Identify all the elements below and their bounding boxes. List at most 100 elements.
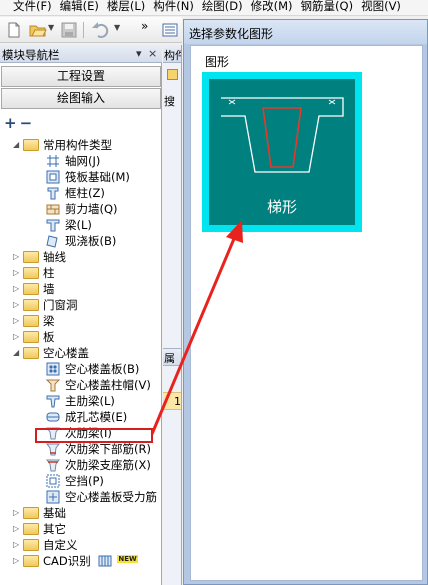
tree-node-hollow-floor[interactable]: ◢ 空心楼盖 [13, 345, 89, 361]
tree-node-label: 门窗洞 [43, 298, 78, 312]
trapezoid-shape-option[interactable]: 梯形 [202, 72, 362, 232]
open-dropdown-arrow-icon[interactable]: ▼ [48, 23, 54, 32]
cad-recognition-icon [98, 554, 112, 568]
folder-icon [23, 555, 39, 567]
dialog-client-area: 图形 梯形 [190, 45, 423, 581]
folder-icon [23, 315, 39, 327]
tree-item-shear-wall[interactable]: 剪力墙(Q) [46, 201, 118, 217]
expand-arrow-icon[interactable]: ▷ [13, 249, 23, 265]
collapse-arrow-icon[interactable]: ◢ [13, 137, 23, 153]
tree-item-label: 框柱(Z) [65, 186, 105, 200]
pin-icon[interactable]: ▾ [136, 47, 142, 60]
expand-arrow-icon[interactable]: ▷ [13, 505, 23, 521]
property-row-number: 1 [174, 395, 181, 408]
folder-icon [23, 251, 39, 263]
tree-item-label: 成孔芯模(E) [65, 410, 128, 424]
drawing-input-button[interactable]: 绘图输入 [1, 88, 161, 109]
nav-panel-titlebar: 模块导航栏 ▾ × [0, 45, 162, 63]
tree-node-custom[interactable]: ▷ 自定义 [13, 537, 78, 553]
tree-node-label: 常用构件类型 [43, 138, 112, 152]
menu-edit[interactable]: 编辑(E) [57, 0, 102, 15]
cast-slab-icon [46, 234, 60, 248]
expand-arrow-icon[interactable]: ▷ [13, 265, 23, 281]
tree-node-label: 自定义 [43, 538, 78, 552]
expand-arrow-icon[interactable]: ▷ [13, 329, 23, 345]
tree-node-beam[interactable]: ▷ 梁 [13, 313, 55, 329]
tree-item-raft-foundation[interactable]: 筏板基础(M) [46, 169, 130, 185]
component-list-title: 构件 [164, 49, 181, 62]
expand-arrow-icon[interactable]: ▷ [13, 521, 23, 537]
expand-arrow-icon[interactable]: ▷ [13, 553, 23, 569]
tree-node-label: 墙 [43, 282, 55, 296]
new-component-icon[interactable] [167, 69, 178, 80]
tree-item-gap[interactable]: 空挡(P) [46, 473, 104, 489]
search-field[interactable]: 搜 [164, 93, 175, 109]
tree-item-core-mold[interactable]: 成孔芯模(E) [46, 409, 127, 425]
tree-node-foundation[interactable]: ▷ 基础 [13, 505, 66, 521]
undo-dropdown-arrow-icon[interactable]: ▼ [114, 23, 120, 32]
tree-node-axis[interactable]: ▷ 轴线 [13, 249, 66, 265]
folder-icon [23, 283, 39, 295]
open-folder-icon[interactable] [29, 21, 47, 39]
expand-arrow-icon[interactable]: ▷ [13, 281, 23, 297]
properties-panel-icon[interactable] [161, 21, 179, 39]
tree-node-slab[interactable]: ▷ 板 [13, 329, 55, 345]
tree-item-main-rib-beam[interactable]: 主肋梁(L) [46, 393, 115, 409]
menu-rebar-quantity[interactable]: 钢筋量(Q) [298, 0, 357, 15]
tree-node-door-window-opening[interactable]: ▷ 门窗洞 [13, 297, 78, 313]
toolbar-more-icon[interactable]: » [141, 19, 148, 33]
menu-draw[interactable]: 绘图(D) [199, 0, 246, 15]
tree-item-column-cap[interactable]: 空心楼盖柱帽(V) [45, 377, 151, 393]
tree-item-beam[interactable]: 梁(L) [46, 217, 92, 233]
tree-node-other[interactable]: ▷ 其它 [13, 521, 66, 537]
properties-title: 属 [164, 352, 175, 365]
menu-view[interactable]: 视图(V) [358, 0, 404, 15]
tree-item-frame-column[interactable]: 框柱(Z) [46, 185, 105, 201]
tree-item-label: 空心楼盖柱帽(V) [65, 378, 151, 392]
folder-icon [23, 507, 39, 519]
tree-node-label: 梁 [43, 314, 55, 328]
collapse-arrow-icon[interactable]: ◢ [13, 345, 23, 361]
new-file-icon[interactable] [5, 21, 23, 39]
expand-arrow-icon[interactable]: ▷ [13, 313, 23, 329]
expand-arrow-icon[interactable]: ▷ [13, 297, 23, 313]
tree-node-label: 空心楼盖 [43, 346, 89, 360]
expand-all-icon[interactable]: + [4, 115, 17, 131]
tree-item-rib-support-rebar[interactable]: 次肋梁支座筋(X) [46, 457, 151, 473]
menu-floor[interactable]: 楼层(L) [104, 0, 148, 15]
new-badge: NEW [117, 555, 138, 563]
frame-column-icon [46, 186, 60, 200]
menu-bar: 文件(F) 编辑(E) 楼层(L) 构件(N) 绘图(D) 修改(M) 钢筋量(Q) 视图(V… [0, 0, 428, 16]
tree-item-label: 次肋梁支座筋(X) [65, 458, 151, 472]
nav-panel-title: 模块导航栏 [2, 48, 60, 62]
save-icon[interactable] [60, 21, 78, 39]
tree-item-label: 主肋梁(L) [65, 394, 115, 408]
close-icon[interactable]: × [148, 47, 157, 60]
menu-component[interactable]: 构件(N) [150, 0, 197, 15]
core-mold-icon [46, 410, 60, 424]
raft-foundation-icon [46, 170, 60, 184]
undo-icon[interactable] [91, 21, 109, 39]
tree-node-column[interactable]: ▷ 柱 [13, 265, 55, 281]
menu-file[interactable]: 文件(F) [10, 0, 55, 15]
secondary-rib-beam-highlight [35, 428, 153, 443]
tree-node-common-components[interactable]: ◢ 常用构件类型 [13, 137, 112, 153]
tree-node-cad-recognition[interactable]: ▷ CAD识别 NEW [13, 553, 138, 569]
collapse-all-icon[interactable]: − [20, 115, 33, 131]
gap-icon [46, 474, 60, 488]
main-rib-beam-icon [46, 394, 60, 408]
toolbar-separator [83, 22, 84, 38]
tree-node-wall[interactable]: ▷ 墙 [13, 281, 55, 297]
tree-item-hollow-slab[interactable]: 空心楼盖板(B) [46, 361, 139, 377]
tree-item-rib-bottom-rebar[interactable]: 次肋梁下部筋(R) [46, 441, 151, 457]
tree-item-label: 轴网(J) [65, 154, 101, 168]
tree-item-cast-slab[interactable]: 现浇板(B) [46, 233, 116, 249]
tree-node-label: 轴线 [43, 250, 66, 264]
tree-tools: + − [4, 115, 35, 131]
tree-item-stress-rebar[interactable]: 空心楼盖板受力筋 [46, 489, 157, 505]
project-settings-button[interactable]: 工程设置 [1, 66, 161, 87]
beam-icon [46, 218, 60, 232]
menu-modify[interactable]: 修改(M) [248, 0, 296, 15]
tree-item-grid[interactable]: 轴网(J) [46, 153, 100, 169]
expand-arrow-icon[interactable]: ▷ [13, 537, 23, 553]
